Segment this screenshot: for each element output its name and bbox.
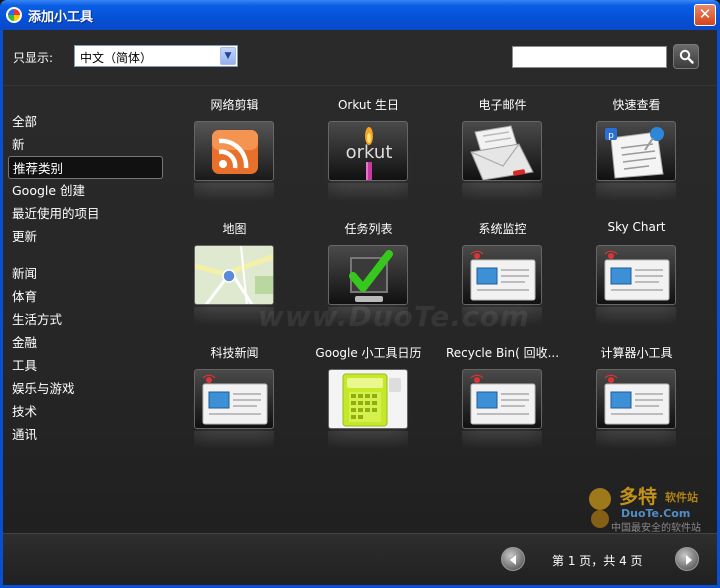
thumb-reflection	[328, 183, 408, 201]
sidebar-item-recently-used[interactable]: 最近使用的项目	[8, 202, 163, 225]
sidebar-item-updates[interactable]: 更新	[8, 225, 163, 248]
generic-gadget-icon[interactable]	[596, 369, 676, 429]
thumb-reflection	[596, 183, 676, 201]
gadget-tile-quick-view[interactable]: 快速查看 p	[570, 94, 703, 218]
sidebar-item-technology[interactable]: 技术	[8, 400, 163, 423]
rss-feed-icon[interactable]	[194, 121, 274, 181]
gadget-tile-tech-news[interactable]: 科技新闻	[168, 342, 301, 466]
gadget-label: Sky Chart	[607, 220, 666, 234]
sidebar-item-featured[interactable]: 推荐类别	[8, 156, 163, 179]
gadget-label: Google 小工具日历	[315, 346, 422, 360]
gadget-label: 快速查看	[612, 98, 661, 112]
close-button[interactable]: ✕	[694, 4, 716, 26]
logo-url: DuoTe.Com	[621, 507, 690, 520]
calendar-icon[interactable]	[328, 369, 408, 429]
generic-gadget-icon[interactable]	[194, 369, 274, 429]
gadget-tile-email[interactable]: 电子邮件	[436, 94, 569, 218]
svg-text:orkut: orkut	[346, 142, 393, 163]
language-select[interactable]: 中文（简体） ▼	[74, 45, 238, 67]
chevron-down-icon[interactable]: ▼	[220, 47, 236, 65]
gadget-tile-sky-chart[interactable]: Sky Chart	[570, 218, 703, 342]
orkut-candle-icon[interactable]: orkut	[328, 121, 408, 181]
logo-slogan: 中国最安全的软件站	[611, 521, 701, 534]
toolbar: 只显示: 中文（简体） ▼	[3, 30, 717, 86]
generic-gadget-icon[interactable]	[462, 369, 542, 429]
thumb-reflection	[596, 431, 676, 449]
gadget-tile-orkut-birthday[interactable]: Orkut 生日 orkut	[302, 94, 435, 218]
gadget-label: 地图	[222, 222, 247, 236]
app-icon	[6, 7, 22, 23]
next-page-button[interactable]	[675, 547, 699, 571]
sidebar-item-finance[interactable]: 金融	[8, 331, 163, 354]
thumb-reflection	[328, 431, 408, 449]
window-title: 添加小工具	[28, 9, 94, 25]
prev-page-button[interactable]	[501, 547, 525, 571]
sidebar-item-communication[interactable]: 通讯	[8, 423, 163, 446]
logo-text-sub: 软件站	[665, 490, 698, 504]
category-sidebar: 全部 新 推荐类别 Google 创建 最近使用的项目 更新 新闻 体育 生活方…	[8, 110, 163, 446]
thumb-reflection	[596, 307, 676, 325]
thumb-reflection	[462, 431, 542, 449]
thumb-reflection	[194, 183, 274, 201]
gadget-tile-web-clip[interactable]: 网络剪辑	[168, 94, 301, 218]
gadget-label: 计算器小工具	[600, 346, 673, 360]
gadget-tile-calculator[interactable]: 计算器小工具	[570, 342, 703, 466]
checkmark-icon[interactable]	[328, 245, 408, 305]
gadget-label: 电子邮件	[478, 98, 527, 112]
sidebar-item-lifestyle[interactable]: 生活方式	[8, 308, 163, 331]
gadget-label: 网络剪辑	[210, 98, 259, 112]
thumb-reflection	[194, 431, 274, 449]
thumb-reflection	[462, 183, 542, 201]
sidebar-item-tools[interactable]: 工具	[8, 354, 163, 377]
gadget-label: 任务列表	[344, 222, 393, 236]
sidebar-item-sports[interactable]: 体育	[8, 285, 163, 308]
gadget-label: 系统监控	[478, 222, 527, 236]
search-icon	[679, 49, 694, 64]
pagination-bar: 第 1 页，共 4 页	[3, 533, 717, 585]
watermark-text: www.DuoTe.com	[258, 300, 530, 333]
page-indicator: 第 1 页，共 4 页	[552, 554, 643, 568]
svg-text:p: p	[608, 131, 614, 141]
sidebar-item-fun-games[interactable]: 娱乐与游戏	[8, 377, 163, 400]
gadget-label: Recycle Bin( 回收...	[445, 346, 560, 360]
sidebar-item-new[interactable]: 新	[8, 133, 163, 156]
gadget-label: Orkut 生日	[337, 98, 400, 112]
filter-label: 只显示:	[13, 51, 54, 65]
logo-text-main: 多特	[619, 485, 657, 508]
envelope-icon[interactable]	[462, 121, 542, 181]
pushpin-note-icon[interactable]: p	[596, 121, 676, 181]
gadget-tile-recycle-bin[interactable]: Recycle Bin( 回收...	[436, 342, 569, 466]
arrow-left-icon	[510, 555, 516, 565]
gadget-label: 科技新闻	[210, 346, 259, 360]
language-select-value: 中文（简体）	[80, 51, 153, 65]
sidebar-item-google-created[interactable]: Google 创建	[8, 179, 163, 202]
sidebar-item-news[interactable]: 新闻	[8, 262, 163, 285]
sidebar-item-all[interactable]: 全部	[8, 110, 163, 133]
map-icon[interactable]	[194, 245, 274, 305]
gadget-grid: 网络剪辑 Orkut 生日 orkut 电子邮件 快速查看 p 地图 任务列表 …	[168, 94, 708, 484]
title-bar: 添加小工具 ✕	[0, 0, 720, 30]
duote-logo: 多特 软件站 DuoTe.Com 中国最安全的软件站	[583, 475, 713, 535]
gadget-tile-calendar[interactable]: Google 小工具日历	[302, 342, 435, 466]
generic-gadget-icon[interactable]	[596, 245, 676, 305]
search-button[interactable]	[673, 44, 699, 69]
arrow-right-icon	[686, 555, 692, 565]
generic-gadget-icon[interactable]	[462, 245, 542, 305]
search-input[interactable]	[512, 46, 667, 68]
